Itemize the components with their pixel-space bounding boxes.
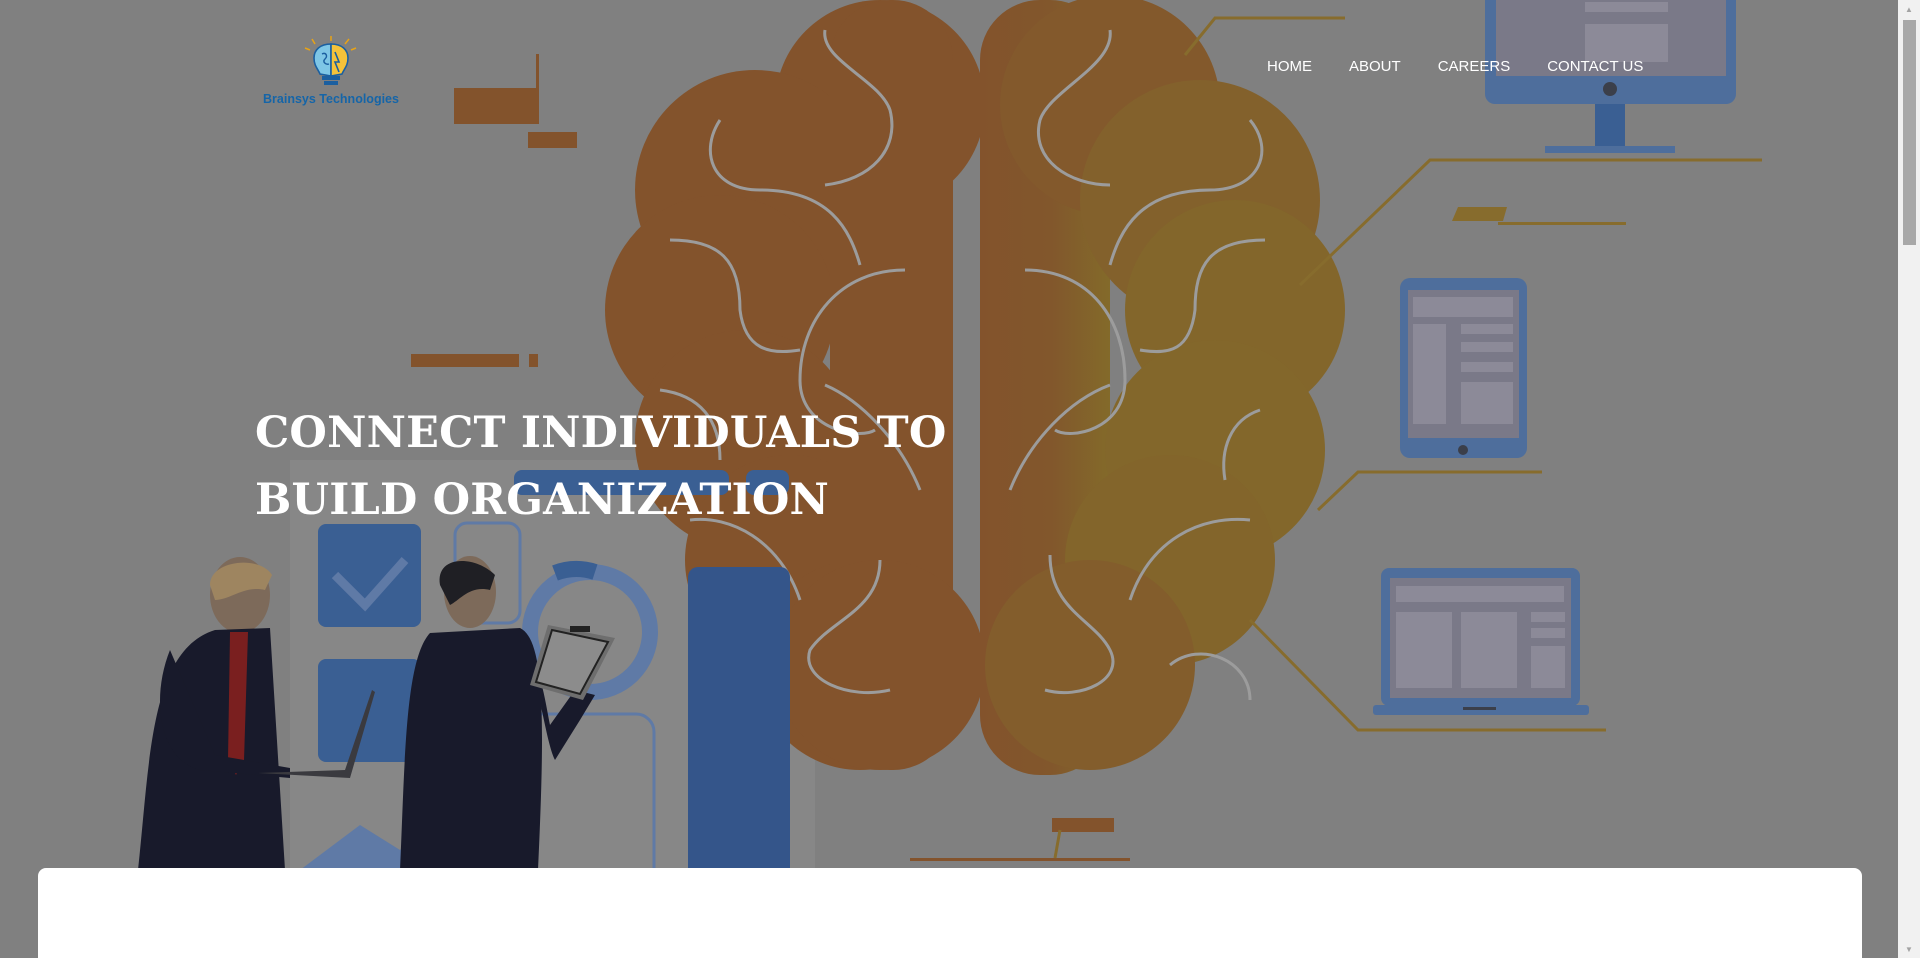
hero-headline-line1: CONNECT INDIVIDUALS TO [255,408,947,458]
hero-headline: CONNECT INDIVIDUALS TO BUILD ORGANIZATIO… [255,400,947,534]
nav-contact-us[interactable]: CONTACT US [1547,58,1643,75]
content-card [38,868,1862,958]
scroll-down-arrow-icon[interactable]: ▼ [1898,940,1920,958]
brand-name: Brainsys Technologies [263,92,399,106]
tablet-device [1400,278,1527,458]
nav-careers[interactable]: CAREERS [1438,58,1511,75]
small-accent-marks [1452,207,1626,225]
brand-logo[interactable]: Brainsys Technologies [260,34,402,106]
desktop-monitor [1485,0,1736,153]
hero-headline-line2: BUILD ORGANIZATION [255,475,830,525]
hero-section: Brainsys Technologies HOME ABOUT CAREERS… [0,0,1898,958]
scroll-up-arrow-icon[interactable]: ▲ [1898,0,1920,18]
main-nav: HOME ABOUT CAREERS CONTACT US [1267,58,1643,75]
nav-home[interactable]: HOME [1267,58,1312,75]
laptop-device [1373,568,1589,715]
vertical-scrollbar[interactable]: ▲ ▼ [1898,0,1920,958]
nav-about[interactable]: ABOUT [1349,58,1401,75]
brain-bulb-icon [304,36,357,85]
brain-right-hemisphere [980,0,1345,775]
scrollbar-thumb[interactable] [1903,20,1916,245]
